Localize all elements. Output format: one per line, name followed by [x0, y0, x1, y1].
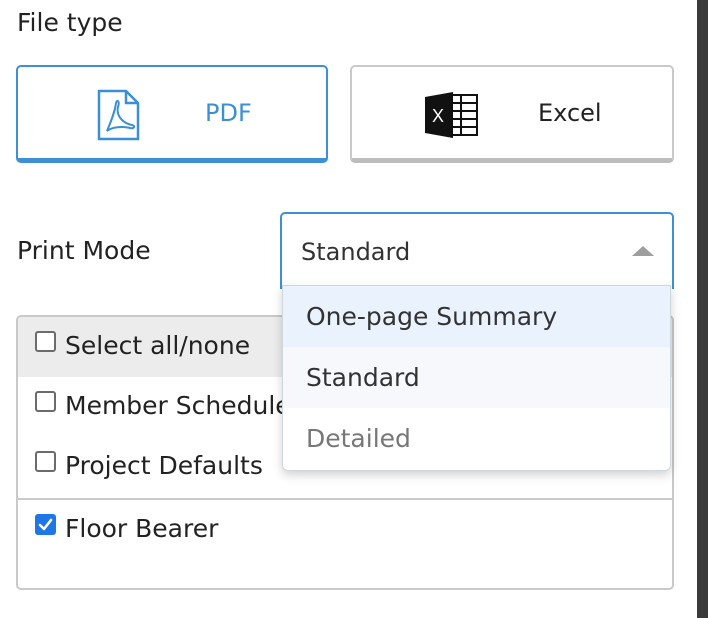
- excel-button[interactable]: X Excel: [350, 65, 674, 163]
- svg-text:X: X: [432, 106, 444, 126]
- print-mode-label: Print Mode: [17, 236, 151, 265]
- list-item-label: Floor Bearer: [65, 514, 219, 543]
- print-mode-select[interactable]: Standard: [280, 212, 674, 289]
- checkbox[interactable]: [35, 451, 56, 472]
- file-type-title: File type: [17, 8, 123, 37]
- pdf-icon: [96, 89, 142, 145]
- dropdown-option[interactable]: Detailed: [283, 408, 670, 469]
- scrollbar-edge: [697, 0, 708, 618]
- checkbox[interactable]: [35, 391, 56, 412]
- dropdown-option-selected[interactable]: Standard: [283, 347, 670, 408]
- excel-label: Excel: [538, 99, 602, 127]
- checkmark-icon: [38, 518, 53, 531]
- dropdown-option[interactable]: One-page Summary: [283, 286, 670, 347]
- checkbox[interactable]: [35, 331, 56, 352]
- list-item[interactable]: Floor Bearer: [18, 498, 672, 560]
- checkbox-checked[interactable]: [35, 514, 56, 535]
- list-item-label: Member Schedule: [65, 391, 291, 420]
- pdf-label: PDF: [205, 99, 252, 127]
- list-item-label: Project Defaults: [65, 451, 263, 480]
- excel-icon: X: [423, 91, 479, 143]
- print-mode-value: Standard: [301, 238, 411, 266]
- print-mode-dropdown: One-page Summary Standard Detailed: [282, 285, 671, 471]
- select-all-label: Select all/none: [65, 331, 251, 360]
- caret-up-icon: [632, 246, 654, 256]
- pdf-button[interactable]: PDF: [16, 65, 328, 163]
